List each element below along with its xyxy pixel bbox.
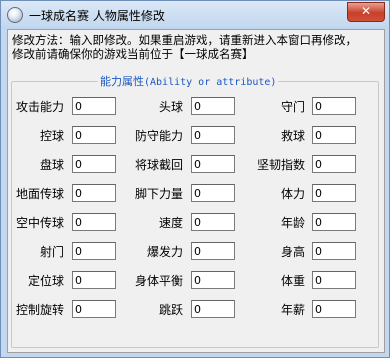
attr-input[interactable]	[72, 97, 116, 115]
attr-input[interactable]	[191, 97, 235, 115]
attr-label: 年薪	[280, 303, 305, 317]
attr-input[interactable]	[72, 126, 116, 144]
window-title: 一球成名赛 人物属性修改	[29, 9, 165, 23]
attr-label: 头球	[158, 100, 183, 114]
attr-input[interactable]	[191, 242, 235, 260]
attr-label: 将球截回	[134, 158, 183, 172]
attr-input[interactable]	[312, 126, 356, 144]
attr-label: 定位球	[27, 274, 64, 288]
attr-input[interactable]	[312, 97, 356, 115]
attr-label: 爆发力	[146, 245, 183, 259]
attr-input[interactable]	[312, 271, 356, 289]
attr-label: 身体平衡	[134, 274, 183, 288]
attr-input[interactable]	[191, 213, 235, 231]
attr-label: 脚下力量	[134, 187, 183, 201]
attr-label: 攻击能力	[15, 100, 64, 114]
title-bar[interactable]: 一球成名赛 人物属性修改 ✕	[1, 1, 389, 29]
attr-input[interactable]	[312, 242, 356, 260]
attr-label: 盘球	[39, 158, 64, 172]
attr-input[interactable]	[72, 300, 116, 318]
attr-input[interactable]	[72, 271, 116, 289]
attr-label: 控制旋转	[15, 303, 64, 317]
attr-input[interactable]	[312, 213, 356, 231]
attr-input[interactable]	[72, 213, 116, 231]
instructions-line-2: 修改前请确保你的游戏当前位于【一球成名赛】	[12, 47, 254, 61]
instructions-line-1: 修改方法：输入即修改。如果重启游戏，请重新进入本窗口再修改，	[12, 33, 357, 47]
attr-label: 控球	[39, 129, 64, 143]
groupbox-title: 能力属性(Ability or attribute)	[98, 73, 279, 89]
attr-label: 坚韧指数	[256, 158, 305, 172]
soccer-ball-icon	[7, 7, 23, 23]
attr-input[interactable]	[312, 300, 356, 318]
attr-label: 射门	[39, 245, 64, 259]
attr-label: 守门	[280, 100, 305, 114]
attr-label: 年龄	[280, 216, 305, 230]
groupbox-title-en: (Ability or attribute)	[144, 77, 277, 88]
client-area: 修改方法：输入即修改。如果重启游戏，请重新进入本窗口再修改， 修改前请确保你的游…	[7, 29, 385, 353]
attr-label: 防守能力	[134, 129, 183, 143]
attr-input[interactable]	[312, 184, 356, 202]
close-button[interactable]: ✕	[347, 2, 385, 22]
attr-label: 身高	[280, 245, 305, 259]
groupbox-title-cn: 能力属性	[100, 75, 144, 88]
attr-input[interactable]	[191, 184, 235, 202]
attr-label: 体力	[280, 187, 305, 201]
attr-label: 地面传球	[15, 187, 64, 201]
attr-input[interactable]	[191, 271, 235, 289]
attr-label: 体重	[280, 274, 305, 288]
attr-input[interactable]	[191, 155, 235, 173]
attr-label: 空中传球	[15, 216, 64, 230]
attr-input[interactable]	[72, 184, 116, 202]
attr-label: 速度	[158, 216, 183, 230]
attr-input[interactable]	[191, 300, 235, 318]
app-window: 一球成名赛 人物属性修改 ✕ 修改方法：输入即修改。如果重启游戏，请重新进入本窗…	[0, 0, 390, 358]
attr-input[interactable]	[191, 126, 235, 144]
attr-label: 救球	[280, 129, 305, 143]
instructions: 修改方法：输入即修改。如果重启游戏，请重新进入本窗口再修改， 修改前请确保你的游…	[12, 33, 357, 61]
attr-input[interactable]	[72, 155, 116, 173]
attr-label: 跳跃	[158, 303, 183, 317]
attr-input[interactable]	[72, 242, 116, 260]
attr-input[interactable]	[312, 155, 356, 173]
